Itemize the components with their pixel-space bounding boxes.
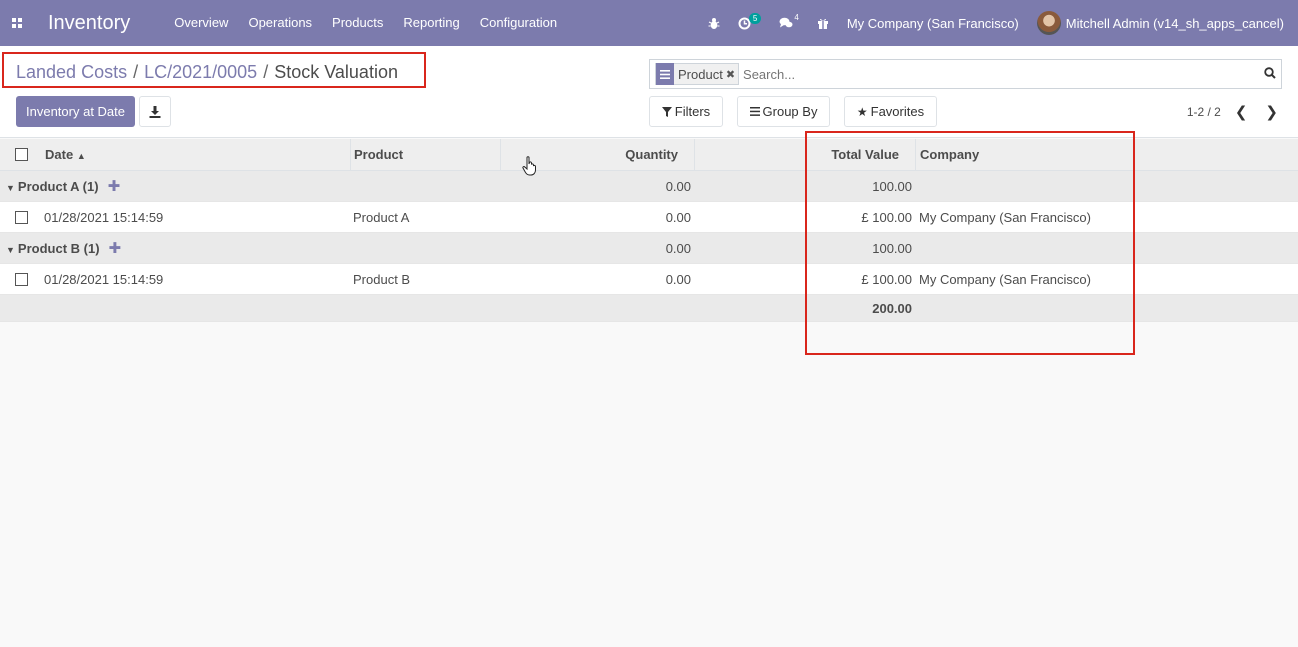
pager: 1-2 / 2 ❮ ❯	[1187, 96, 1282, 127]
favorites-label: Favorites	[870, 104, 925, 119]
group-by-button[interactable]: Group By	[737, 96, 830, 127]
filters-button[interactable]: Filters	[649, 96, 723, 127]
menu-operations[interactable]: Operations	[238, 0, 322, 46]
message-count: 4	[794, 12, 799, 22]
group-by-label: Group By	[762, 104, 818, 119]
row-product: Product A	[353, 210, 410, 225]
remove-facet-icon[interactable]: ✖	[726, 68, 738, 81]
search-input[interactable]	[743, 66, 1259, 82]
column-product[interactable]: Product	[354, 139, 403, 171]
add-icon[interactable]: ✚	[108, 178, 121, 195]
row-product: Product B	[353, 272, 411, 287]
download-button[interactable]	[139, 96, 171, 127]
total-value-highlight-box	[805, 131, 1135, 355]
row-date: 01/28/2021 15:14:59	[44, 210, 164, 225]
apps-grid-icon[interactable]	[0, 0, 34, 46]
messaging-menu[interactable]: 4	[770, 0, 807, 46]
row-checkbox[interactable]	[15, 264, 28, 295]
activity-menu[interactable]: 5	[729, 0, 770, 46]
app-title[interactable]: Inventory	[48, 12, 130, 35]
chevron-left-icon[interactable]: ❮	[1231, 103, 1252, 121]
search-facet-groupby[interactable]: Product ✖	[655, 63, 740, 85]
menu-overview[interactable]: Overview	[164, 0, 238, 46]
menu-configuration[interactable]: Configuration	[470, 0, 567, 46]
select-all-checkbox[interactable]	[15, 139, 28, 171]
chevron-right-icon[interactable]: ❯	[1261, 103, 1282, 121]
menu-reporting[interactable]: Reporting	[393, 0, 469, 46]
avatar	[1036, 11, 1061, 35]
row-date: 01/28/2021 15:14:59	[44, 272, 164, 287]
top-navbar: Inventory Overview Operations Products R…	[0, 0, 1298, 46]
search-bar[interactable]: Product ✖	[649, 59, 1282, 89]
menu-products[interactable]: Products	[322, 0, 393, 46]
row-quantity: 0.00	[665, 210, 691, 225]
column-date[interactable]: Date ▲	[45, 139, 86, 171]
filter-icon	[661, 106, 672, 117]
facet-value: Product	[678, 66, 723, 82]
search-icon[interactable]	[1259, 66, 1281, 82]
sort-asc-icon: ▲	[76, 151, 86, 161]
main-menu: Overview Operations Products Reporting C…	[164, 0, 567, 46]
star-icon: ★	[856, 104, 868, 119]
inventory-at-date-button[interactable]: Inventory at Date	[16, 96, 135, 127]
favorites-button[interactable]: ★ Favorites	[844, 96, 937, 127]
company-switcher[interactable]: My Company (San Francisco)	[838, 0, 1028, 46]
activity-count-badge: 5	[748, 12, 762, 24]
caret-down-icon: ▼	[6, 183, 15, 193]
download-icon	[149, 105, 161, 118]
group-quantity: 0.00	[665, 241, 691, 256]
chat-icon	[779, 17, 793, 28]
breadcrumb-highlight-box	[2, 52, 426, 88]
group-by-icon	[749, 107, 760, 116]
filters-label: Filters	[674, 104, 711, 119]
pager-value[interactable]: 1-2 / 2	[1187, 105, 1221, 119]
bug-icon[interactable]	[699, 0, 729, 46]
row-checkbox[interactable]	[15, 202, 28, 233]
group-label: Product B (1)	[17, 241, 100, 256]
gift-icon[interactable]	[808, 0, 838, 46]
control-panel: Landed Costs / LC/2021/0005/Stock Valuatio…	[0, 46, 1298, 138]
row-quantity: 0.00	[665, 272, 691, 287]
group-label: Product A (1)	[17, 179, 99, 194]
add-icon[interactable]: ✚	[109, 240, 122, 257]
group-by-icon	[656, 63, 674, 85]
caret-down-icon: ▼	[6, 245, 15, 255]
systray: 5 4 My Company (San Francisco) Mitchell …	[699, 0, 1298, 46]
hand-pointer-icon	[522, 156, 538, 181]
user-name: Mitchell Admin (v14_sh_apps_cancel)	[1065, 15, 1284, 31]
user-menu[interactable]: Mitchell Admin (v14_sh_apps_cancel)	[1028, 0, 1298, 46]
